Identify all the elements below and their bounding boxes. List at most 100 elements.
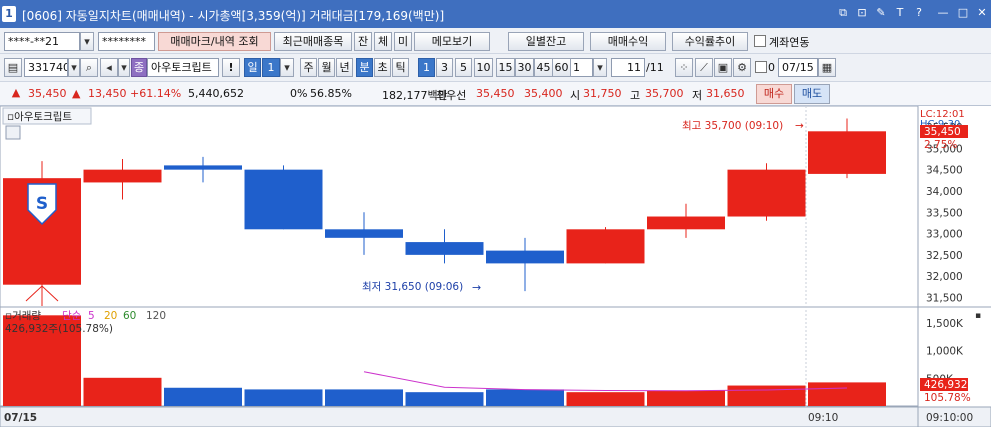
password-field[interactable]: ******** <box>98 32 155 51</box>
vol-tick-label: 1,000K <box>926 346 964 358</box>
text-icon[interactable]: T <box>893 6 907 20</box>
chevron-down-icon[interactable]: ▾ <box>280 58 294 77</box>
ma-period-label: 60 <box>123 310 136 322</box>
trade-mark-button[interactable]: 매매마크/내역 조회 <box>158 32 271 51</box>
minute-button-30[interactable]: 30 <box>515 58 534 77</box>
tab-period-5[interactable]: 초 <box>374 58 391 77</box>
tab-period-3[interactable]: 년 <box>336 58 353 77</box>
open-label: 시 <box>570 89 581 102</box>
candlestick-chart[interactable]: S 최고 35,700 (09:10) → 최저 31,650 (09:06) → ▫아우… <box>0 106 991 427</box>
calendar-icon[interactable]: ▦ <box>818 58 836 77</box>
plot-frame <box>0 106 919 407</box>
volume-bar[interactable] <box>405 392 484 406</box>
candle-body[interactable] <box>83 169 162 183</box>
vol-tag: 426,932 <box>924 379 967 391</box>
tab-period-2[interactable]: 월 <box>318 58 335 77</box>
ma-label: 단순 <box>62 310 82 322</box>
chevron-down-icon[interactable]: ▾ <box>593 58 607 77</box>
volume-bar[interactable] <box>486 389 564 406</box>
stock-badge: 종 <box>131 58 147 77</box>
candle-body[interactable] <box>808 131 886 174</box>
buy-button[interactable]: 매수 <box>756 84 792 104</box>
close-icon[interactable]: ✕ <box>975 6 989 20</box>
up-triangle-icon: ▲ <box>72 87 81 100</box>
account-link-checkbox[interactable] <box>754 35 766 47</box>
recent-stock-button[interactable]: 최근매매종목 <box>274 32 352 51</box>
copy-icon[interactable]: ⊡ <box>855 6 869 20</box>
candle-body[interactable] <box>486 250 564 264</box>
page-field[interactable]: 11 <box>611 58 645 77</box>
tab-period-6[interactable]: 틱 <box>392 58 409 77</box>
candle-body[interactable] <box>647 216 725 230</box>
pin-icon[interactable]: ✎ <box>874 6 888 20</box>
option-checkbox[interactable] <box>755 61 767 73</box>
volume-bar[interactable] <box>566 392 645 406</box>
volume-bar[interactable] <box>727 385 806 406</box>
stock-code-field[interactable]: 331740 <box>24 58 68 77</box>
volume-bar[interactable] <box>83 377 162 406</box>
minute-button-1[interactable]: 1 <box>418 58 435 77</box>
volume-bar[interactable] <box>164 387 242 406</box>
chevron-down-icon[interactable]: ▾ <box>80 32 94 51</box>
indicator-label: ▫아우토크립트 <box>7 110 72 123</box>
tab-period-4[interactable]: 분 <box>356 58 373 77</box>
volume-bar[interactable] <box>647 390 725 406</box>
chevron-down-icon[interactable]: ▾ <box>68 58 80 77</box>
jan-button[interactable]: 잔 <box>354 32 372 51</box>
low-value: 31,650 <box>706 87 745 100</box>
volume-bar[interactable] <box>244 389 323 406</box>
high-value: 35,700 <box>645 87 684 100</box>
help-icon[interactable]: ? <box>912 6 926 20</box>
title-bar: 1 [0606] 자동일지차트(매매내역) - 시가총액[3,359(억)] 거… <box>0 0 991 28</box>
candle-body[interactable] <box>325 229 403 238</box>
alert-button[interactable]: ! <box>222 58 240 77</box>
candle-body[interactable] <box>164 165 242 170</box>
speaker-icon[interactable]: ◂ <box>100 58 118 77</box>
mi-button[interactable]: 미 <box>394 32 412 51</box>
minute-button-10[interactable]: 10 <box>474 58 493 77</box>
stock-name-field[interactable]: 아우토크립트 <box>147 58 219 77</box>
memo-button[interactable]: 메모보기 <box>414 32 490 51</box>
y-tick-label: 31,500 <box>926 292 963 304</box>
minute-button-3[interactable]: 3 <box>436 58 453 77</box>
daily-balance-button[interactable]: 일별잔고 <box>508 32 584 51</box>
grid-tool-icon[interactable]: ⁘ <box>675 58 693 77</box>
minute-button-45[interactable]: 45 <box>534 58 553 77</box>
candle-body[interactable] <box>727 169 806 217</box>
maximize-icon[interactable]: □ <box>956 6 970 20</box>
minute-button-5[interactable]: 5 <box>455 58 472 77</box>
sell-button[interactable]: 매도 <box>794 84 830 104</box>
ma-period-label: 120 <box>146 310 166 322</box>
search-icon[interactable]: ⌕ <box>80 58 98 77</box>
chevron-down-icon[interactable]: ▾ <box>118 58 130 77</box>
candle-body[interactable] <box>405 242 484 255</box>
grid-icon[interactable] <box>5 125 21 140</box>
save-icon[interactable]: ▣ <box>714 58 732 77</box>
chart-layout-icon[interactable]: ▤ <box>4 58 22 77</box>
high-annotation: 최고 35,700 (09:10) <box>682 120 783 132</box>
y-tick-label: 33,500 <box>926 207 963 219</box>
tab-period-0[interactable]: 일 <box>244 58 261 77</box>
arrow-up-icon: ▲ <box>11 86 21 99</box>
trade-profit-button[interactable]: 매매수익 <box>590 32 666 51</box>
volume-bar[interactable] <box>808 382 886 406</box>
expand-icon: ▪ <box>975 311 981 321</box>
x-label-clock: 09:10:00 <box>926 412 973 424</box>
minimize-icon[interactable]: — <box>936 6 950 20</box>
gear-icon[interactable]: ⚙ <box>733 58 751 77</box>
minute-button-60[interactable]: 60 <box>552 58 571 77</box>
minute-button-15[interactable]: 15 <box>496 58 515 77</box>
account-select[interactable]: ****-**21 <box>4 32 80 51</box>
profit-rate-button[interactable]: 수익률추이 <box>672 32 748 51</box>
tab-period-1[interactable]: 주 <box>300 58 317 77</box>
candle-body[interactable] <box>566 229 645 264</box>
date-field[interactable]: 07/15 <box>778 58 818 77</box>
candle-body[interactable] <box>244 169 323 230</box>
line-tool-icon[interactable]: ⟋ <box>695 58 713 77</box>
volume-bar[interactable] <box>325 389 403 406</box>
ma-period-label: 20 <box>104 310 117 322</box>
restore-icon[interactable]: ⧉ <box>836 6 850 20</box>
interval-field[interactable]: 1 <box>569 58 593 77</box>
che-button[interactable]: 체 <box>374 32 392 51</box>
period-number[interactable]: 1 <box>262 58 280 77</box>
